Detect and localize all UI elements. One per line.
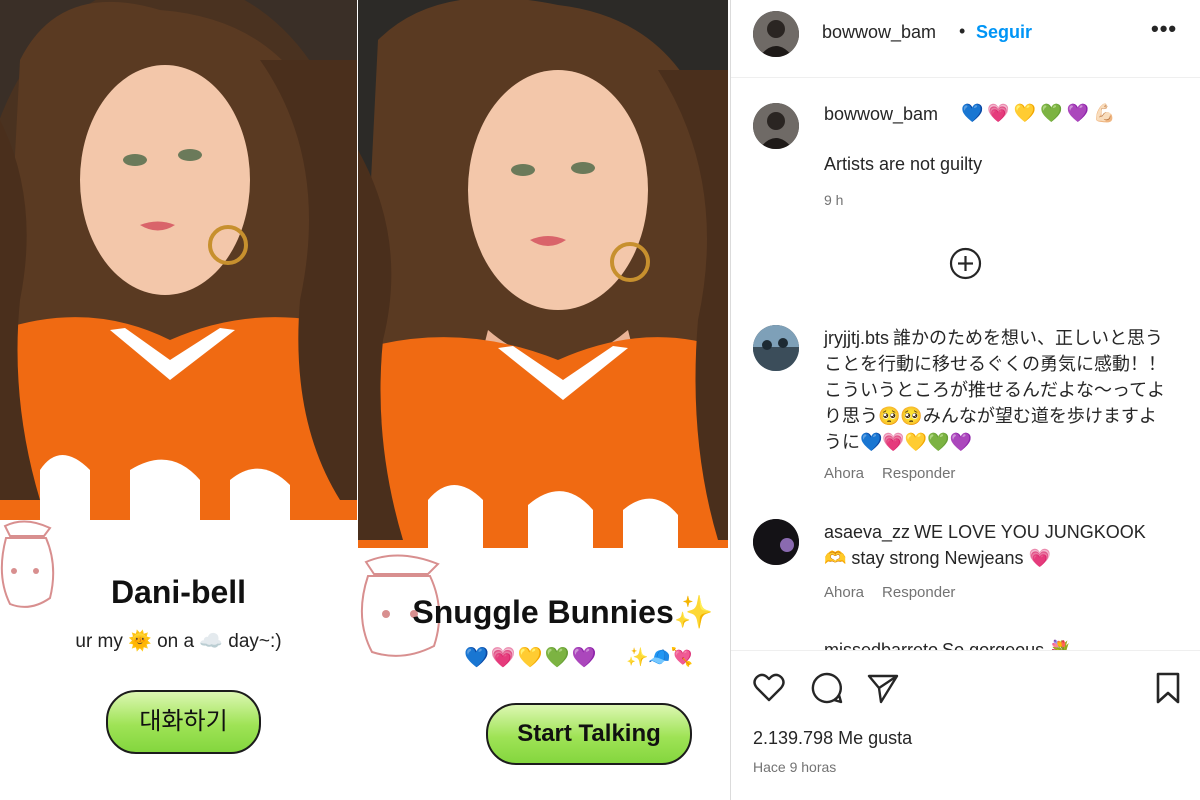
bookmark-icon[interactable] — [1151, 671, 1185, 705]
emoji-hearts: 💙💗💛💚💜 — [464, 647, 599, 669]
comment-item: missedbarreto So gorgeous 💐 — [731, 637, 1200, 650]
post-header: bowwow_bam • Seguir ••• — [731, 0, 1200, 78]
comment-username[interactable]: jryjjtj.bts — [824, 328, 889, 348]
add-comments-icon[interactable] — [949, 247, 982, 280]
start-chat-button[interactable]: 대화하기 — [106, 690, 261, 754]
heart-icon[interactable] — [752, 671, 786, 705]
comment-username[interactable]: missedbarreto — [824, 640, 938, 650]
separator-dot: • — [959, 21, 966, 41]
caption-time: 9 h — [824, 192, 844, 208]
comment-time: Ahora — [824, 584, 865, 601]
avatar[interactable] — [753, 11, 799, 57]
post-username[interactable]: bowwow_bam — [822, 22, 936, 43]
share-icon[interactable] — [866, 671, 900, 705]
post-timestamp: Hace 9 horas — [753, 759, 837, 775]
start-talking-button[interactable]: Start Talking — [486, 703, 692, 765]
comment-time: Ahora — [824, 465, 865, 482]
caption-text: Artists are not guilty — [824, 154, 983, 174]
profile-card-snuggle-bunnies: Snuggle Bunnies✨ 💙💗💛💚💜 ✨🧢💘 Start Talking — [358, 0, 728, 800]
emoji-extras: ✨🧢💘 — [626, 647, 694, 667]
comment-text: So gorgeous 💐 — [942, 640, 1072, 650]
caption-username[interactable]: bowwow_bam — [824, 104, 938, 125]
card-tagline: ur my 🌞 on a ☁️ day~:) — [75, 631, 282, 652]
likes-count[interactable]: 2.139.798 Me gusta — [753, 728, 912, 749]
reply-button[interactable]: Responder — [882, 584, 955, 601]
avatar[interactable] — [753, 325, 799, 371]
avatar[interactable] — [753, 519, 799, 565]
profile-photo — [0, 0, 357, 520]
follow-button[interactable]: Seguir — [976, 22, 1032, 43]
comment-icon[interactable] — [810, 671, 844, 705]
profile-card-dani-bell: Dani-bell ur my 🌞 on a ☁️ day~:) 대화하기 — [0, 0, 357, 800]
profile-photo — [358, 0, 728, 548]
more-icon[interactable]: ••• — [1151, 16, 1177, 42]
post-actions: 2.139.798 Me gusta Hace 9 horas — [731, 650, 1200, 800]
instagram-post-panel: bowwow_bam • Seguir ••• bowwow_bam 💙💗💛💚💜… — [730, 0, 1200, 800]
caption-emoji: 💙💗💛💚💜💪🏻 — [961, 103, 1120, 123]
avatar[interactable] — [753, 103, 799, 149]
card-title: Snuggle Bunnies✨ — [412, 594, 714, 630]
comment-username[interactable]: asaeva_zz — [824, 522, 910, 542]
card-title: Dani-bell — [110, 574, 247, 610]
reply-button[interactable]: Responder — [882, 465, 955, 482]
